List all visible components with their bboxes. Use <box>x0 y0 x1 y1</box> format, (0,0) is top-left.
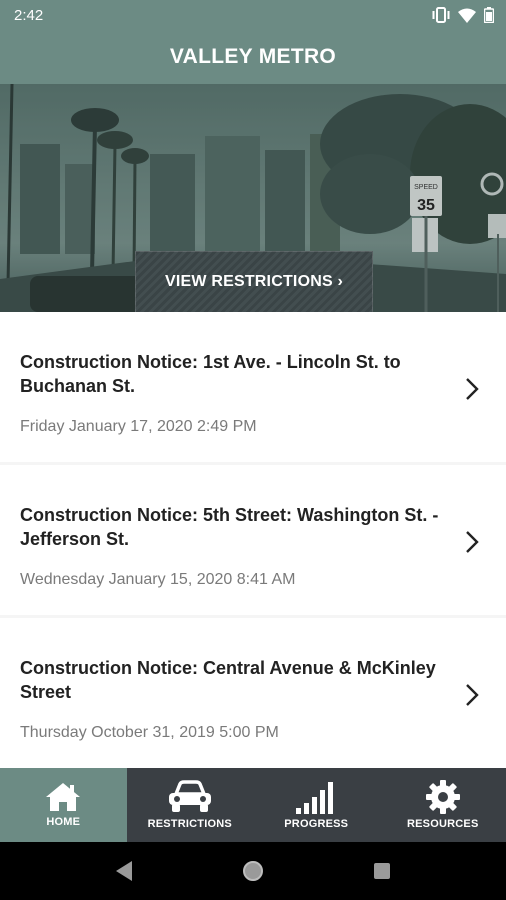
list-item[interactable]: Construction Notice: 5th Street: Washing… <box>0 465 506 615</box>
nav-label: RESTRICTIONS <box>147 818 232 830</box>
home-icon <box>46 783 81 811</box>
system-nav-bar <box>0 842 506 900</box>
wifi-icon <box>458 8 476 23</box>
nav-progress[interactable]: PROGRESS <box>253 768 380 842</box>
nav-label: RESOURCES <box>407 818 479 830</box>
notice-list: Construction Notice: 1st Ave. - Lincoln … <box>0 312 506 768</box>
home-circle-icon[interactable] <box>241 859 265 883</box>
nav-restrictions[interactable]: RESTRICTIONS <box>127 768 254 842</box>
nav-label: PROGRESS <box>284 818 349 830</box>
notice-date: Friday January 17, 2020 2:49 PM <box>20 418 257 435</box>
status-icons <box>432 7 494 23</box>
nav-label: HOME <box>46 816 81 828</box>
list-item[interactable]: Construction Notice: Central Avenue & Mc… <box>0 618 506 768</box>
nav-resources[interactable]: RESOURCES <box>380 768 506 842</box>
notice-date: Wednesday January 15, 2020 8:41 AM <box>20 571 296 588</box>
car-icon <box>168 780 211 812</box>
chevron-right-icon <box>466 378 479 400</box>
battery-icon <box>484 7 494 23</box>
status-time: 2:42 <box>14 6 44 24</box>
vibrate-icon <box>432 7 450 23</box>
nav-home[interactable]: HOME <box>0 768 127 842</box>
signal-bars-icon <box>296 782 334 814</box>
chevron-right-icon <box>466 684 479 706</box>
recents-icon[interactable] <box>372 861 392 881</box>
chevron-right-icon <box>466 531 479 553</box>
view-restrictions-button[interactable]: VIEW RESTRICTIONS › <box>135 251 373 312</box>
hero-banner: SPEED 35 VIEW RESTRICTIONS › <box>0 84 506 312</box>
app-bar: VALLEY METRO <box>0 30 506 84</box>
list-item[interactable]: Construction Notice: 1st Ave. - Lincoln … <box>0 312 506 462</box>
notice-title: Construction Notice: 1st Ave. - Lincoln … <box>20 352 401 396</box>
app-title: VALLEY METRO <box>169 45 337 68</box>
notice-date: Thursday October 31, 2019 5:00 PM <box>20 724 279 741</box>
gear-icon <box>425 780 460 814</box>
bottom-nav: HOME RESTRICTIONS PROGRESS RESOURCES <box>0 768 506 842</box>
back-icon[interactable] <box>114 860 134 882</box>
status-bar: 2:42 <box>0 0 506 30</box>
notice-title: Construction Notice: 5th Street: Washing… <box>20 505 439 549</box>
notice-title: Construction Notice: Central Avenue & Mc… <box>20 658 436 702</box>
